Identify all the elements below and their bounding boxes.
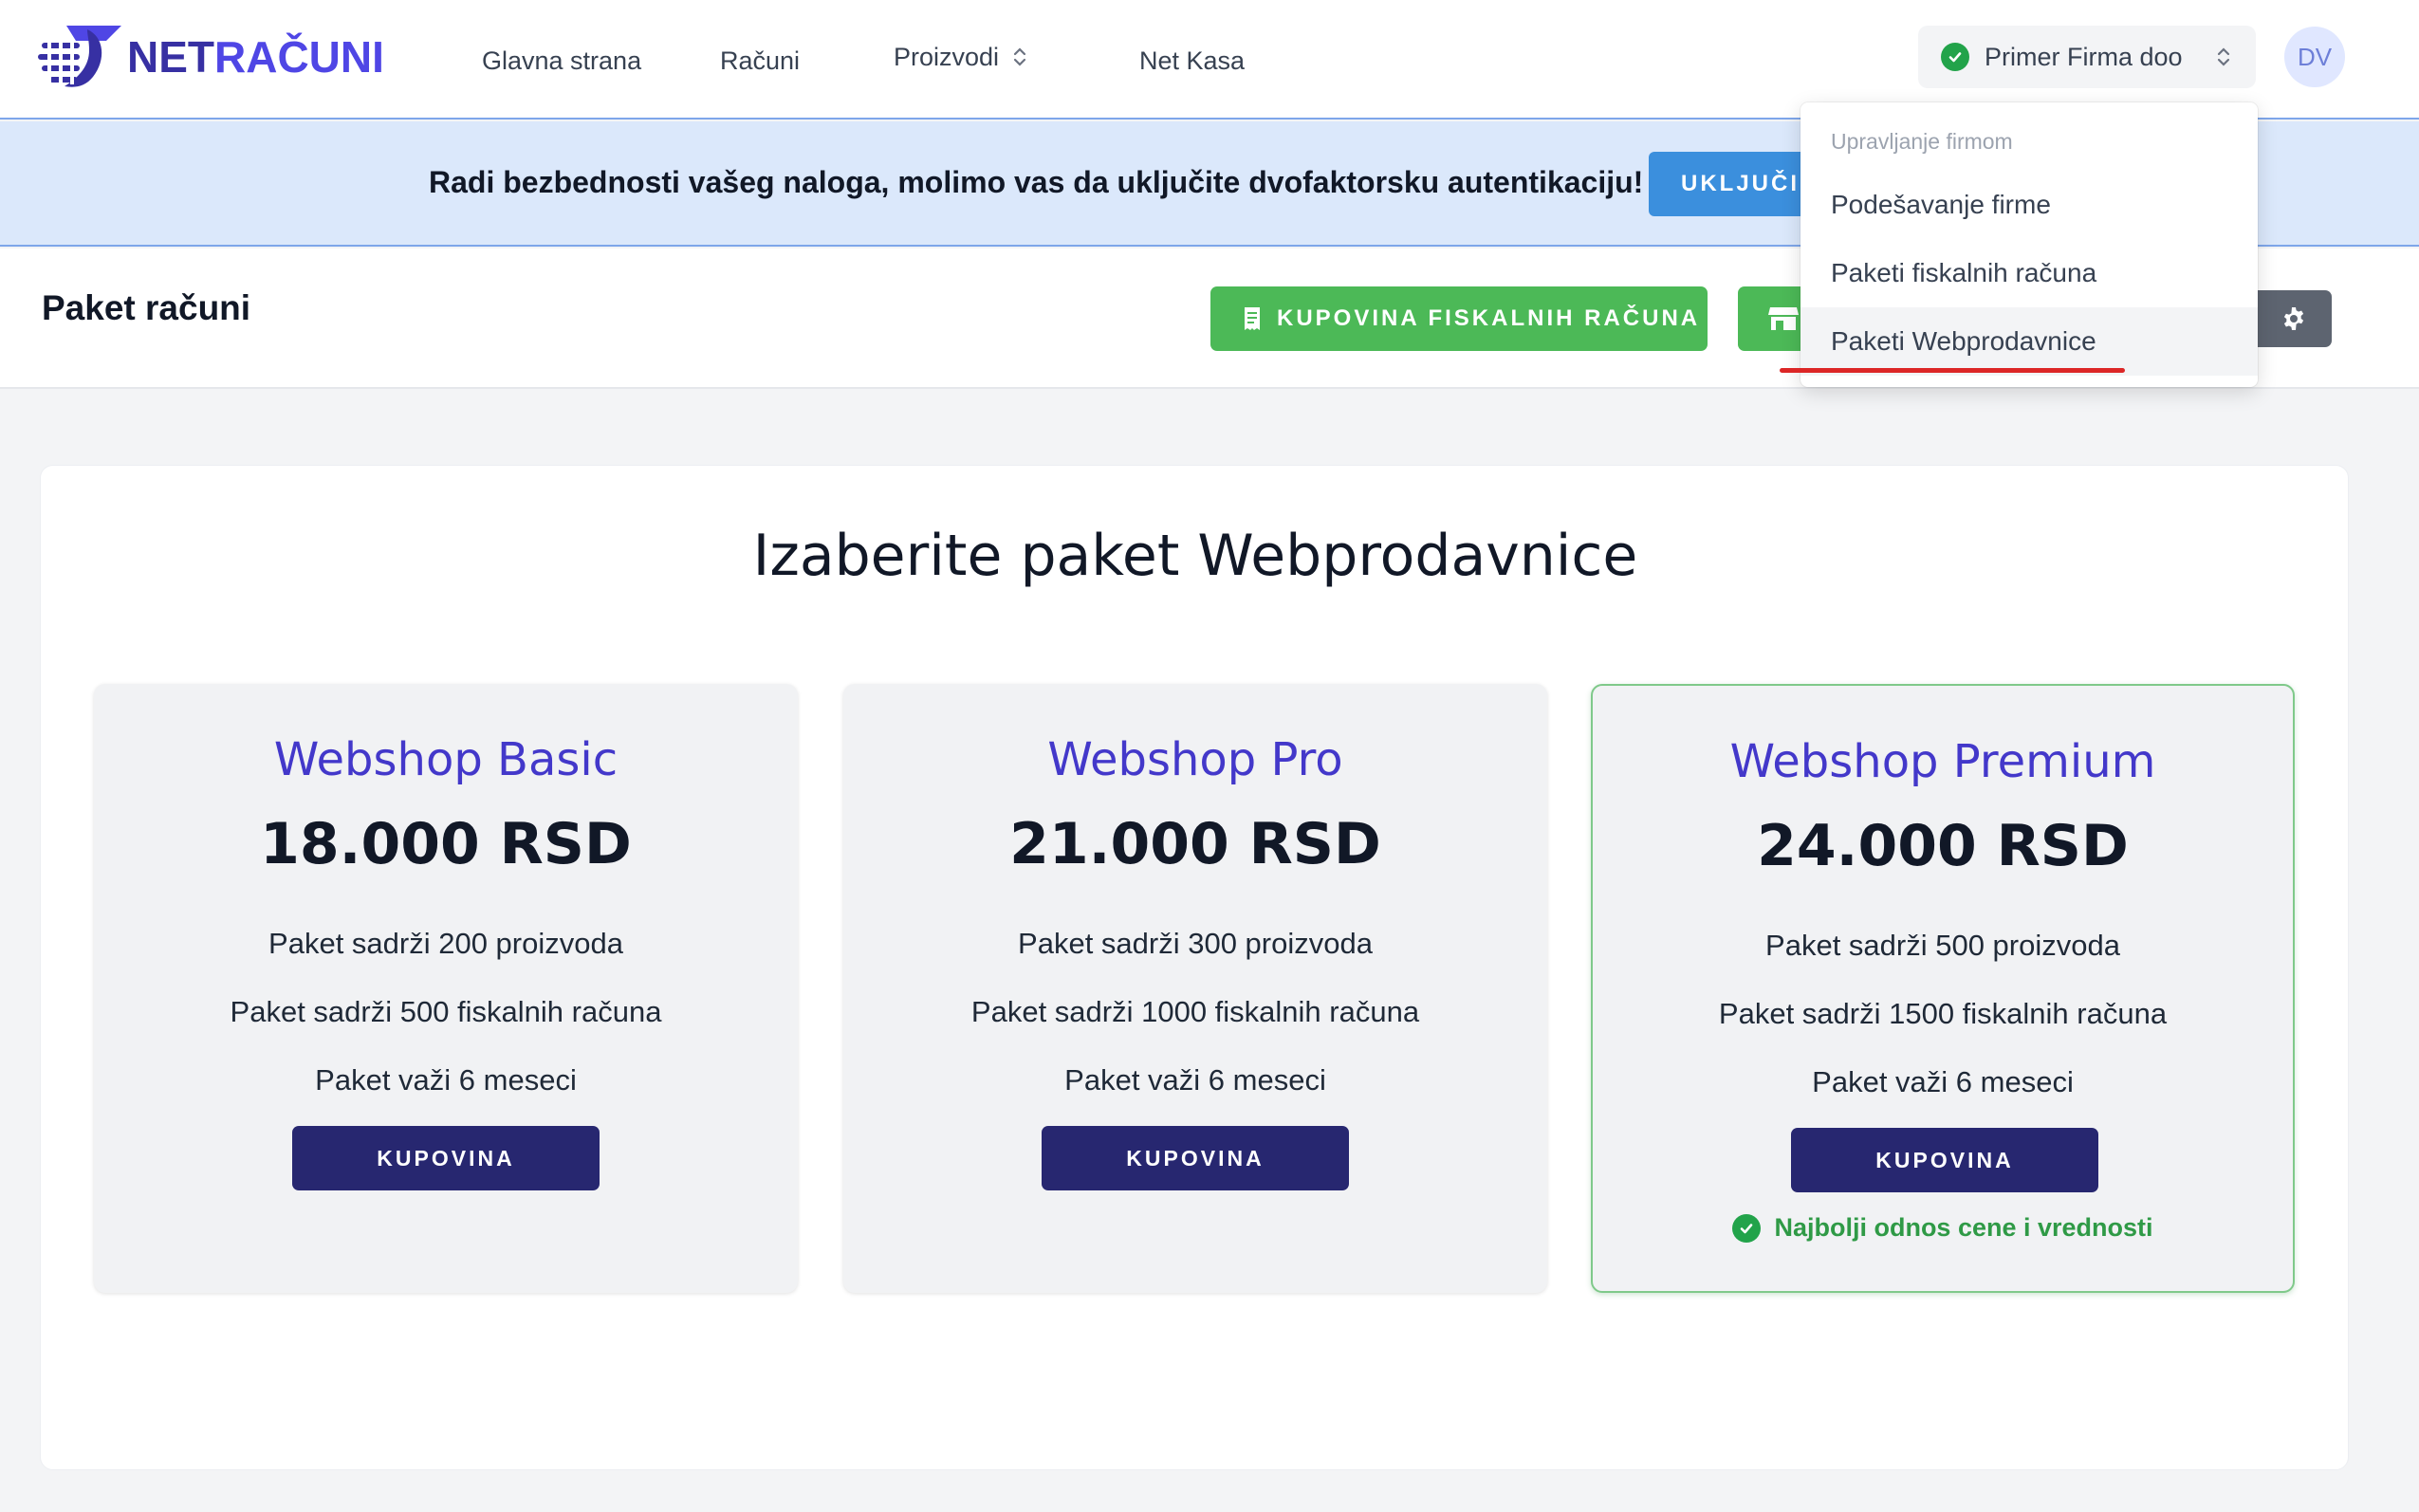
nav-link-label: Računi <box>720 46 801 75</box>
nav-link-label: Net Kasa <box>1139 46 1246 75</box>
check-circle-icon <box>1732 1213 1762 1243</box>
package-selection-card: Izaberite paket Webprodavnice Webshop Ba… <box>40 465 2349 1470</box>
gear-icon <box>2283 307 2304 330</box>
buy-pro-button[interactable]: KUPOVINA <box>1042 1126 1349 1190</box>
nav-link-net-kasa[interactable]: Net Kasa <box>1139 42 1245 80</box>
nav-link-invoices[interactable]: Računi <box>720 42 800 80</box>
menu-item-firm-settings[interactable]: Podešavanje firme <box>1800 171 2258 239</box>
package-price: 24.000 RSD <box>1757 813 2129 879</box>
package-feature: Paket važi 6 meseci <box>1064 1063 1326 1097</box>
firm-name: Primer Firma doo <box>1985 42 2183 71</box>
package-feature: Paket važi 6 meseci <box>1812 1065 2074 1098</box>
package-feature: Paket sadrži 500 proizvoda <box>1765 929 2120 962</box>
package-feature: Paket sadrži 500 fiskalnih računa <box>230 995 662 1028</box>
package-name: Webshop Premium <box>1729 735 2156 788</box>
menu-item-label: Paketi Webprodavnice <box>1831 326 2096 356</box>
package-feature: Paket sadrži 300 proizvoda <box>1018 927 1373 960</box>
buy-fiscal-receipts-button[interactable]: KUPOVINA FISKALNIH RAČUNA <box>1210 286 1708 351</box>
menu-item-webshop-packages[interactable]: Paketi Webprodavnice <box>1800 307 2258 376</box>
firm-management-dropdown: Upravljanje firmom Podešavanje firme Pak… <box>1800 102 2258 387</box>
page-title: Paket računi <box>42 288 251 327</box>
package-price: 21.000 RSD <box>1009 811 1381 877</box>
menu-item-label: Paketi fiskalnih računa <box>1831 258 2097 287</box>
dropdown-heading: Upravljanje firmom <box>1831 129 2013 154</box>
logo-text-net: NET <box>127 32 214 82</box>
menu-item-label: Podešavanje firme <box>1831 190 2051 219</box>
store-icon <box>1768 307 1799 330</box>
package-name: Webshop Basic <box>273 733 619 786</box>
check-circle-icon <box>1941 43 1969 71</box>
best-value-text: Najbolji odnos cene i vrednosti <box>1774 1213 2153 1242</box>
package-name: Webshop Pro <box>1047 733 1343 786</box>
buy-basic-button[interactable]: KUPOVINA <box>292 1126 600 1190</box>
package-feature: Paket sadrži 1500 fiskalnih računa <box>1718 997 2168 1030</box>
nav-link-home[interactable]: Glavna strana <box>482 42 641 80</box>
highlight-underline <box>1780 368 2125 373</box>
nav-link-products[interactable]: Proizvodi <box>894 38 1027 76</box>
receipt-icon <box>1245 307 1260 330</box>
package-card-premium: Webshop Premium 24.000 RSD Paket sadrži … <box>1591 684 2295 1293</box>
package-card-pro: Webshop Pro 21.000 RSD Paket sadrži 300 … <box>843 684 1547 1293</box>
nav-link-label: Glavna strana <box>482 46 642 75</box>
chevron-updown-icon <box>2217 47 2230 66</box>
package-feature: Paket sadrži 1000 fiskalnih računa <box>970 995 1420 1028</box>
logo-mark-icon <box>38 26 121 87</box>
settings-button[interactable] <box>2256 290 2332 347</box>
logo-text-racuni: RAČUNI <box>214 32 384 82</box>
package-feature: Paket važi 6 meseci <box>315 1063 577 1097</box>
menu-item-fiscal-packages[interactable]: Paketi fiskalnih računa <box>1800 239 2258 307</box>
buy-premium-button[interactable]: KUPOVINA <box>1791 1128 2098 1192</box>
firm-selector[interactable]: Primer Firma doo <box>1918 26 2256 88</box>
banner-message: Radi bezbednosti vašeg naloga, molimo va… <box>429 165 1644 199</box>
package-card-basic: Webshop Basic 18.000 RSD Paket sadrži 20… <box>94 684 798 1293</box>
buy-fiscal-receipts-label: KUPOVINA FISKALNIH RAČUNA <box>1277 305 1701 331</box>
section-title: Izaberite paket Webprodavnice <box>752 523 1638 589</box>
logo-text: NETRAČUNI <box>127 31 384 83</box>
best-value-note: Najbolji odnos cene i vrednosti <box>1593 1213 2293 1243</box>
avatar[interactable]: DV <box>2284 27 2345 87</box>
package-feature: Paket sadrži 200 proizvoda <box>268 927 623 960</box>
package-price: 18.000 RSD <box>260 811 632 877</box>
chevron-updown-icon <box>1013 47 1026 66</box>
nav-link-label: Proizvodi <box>894 42 1000 71</box>
logo[interactable]: NETRAČUNI <box>38 21 408 93</box>
